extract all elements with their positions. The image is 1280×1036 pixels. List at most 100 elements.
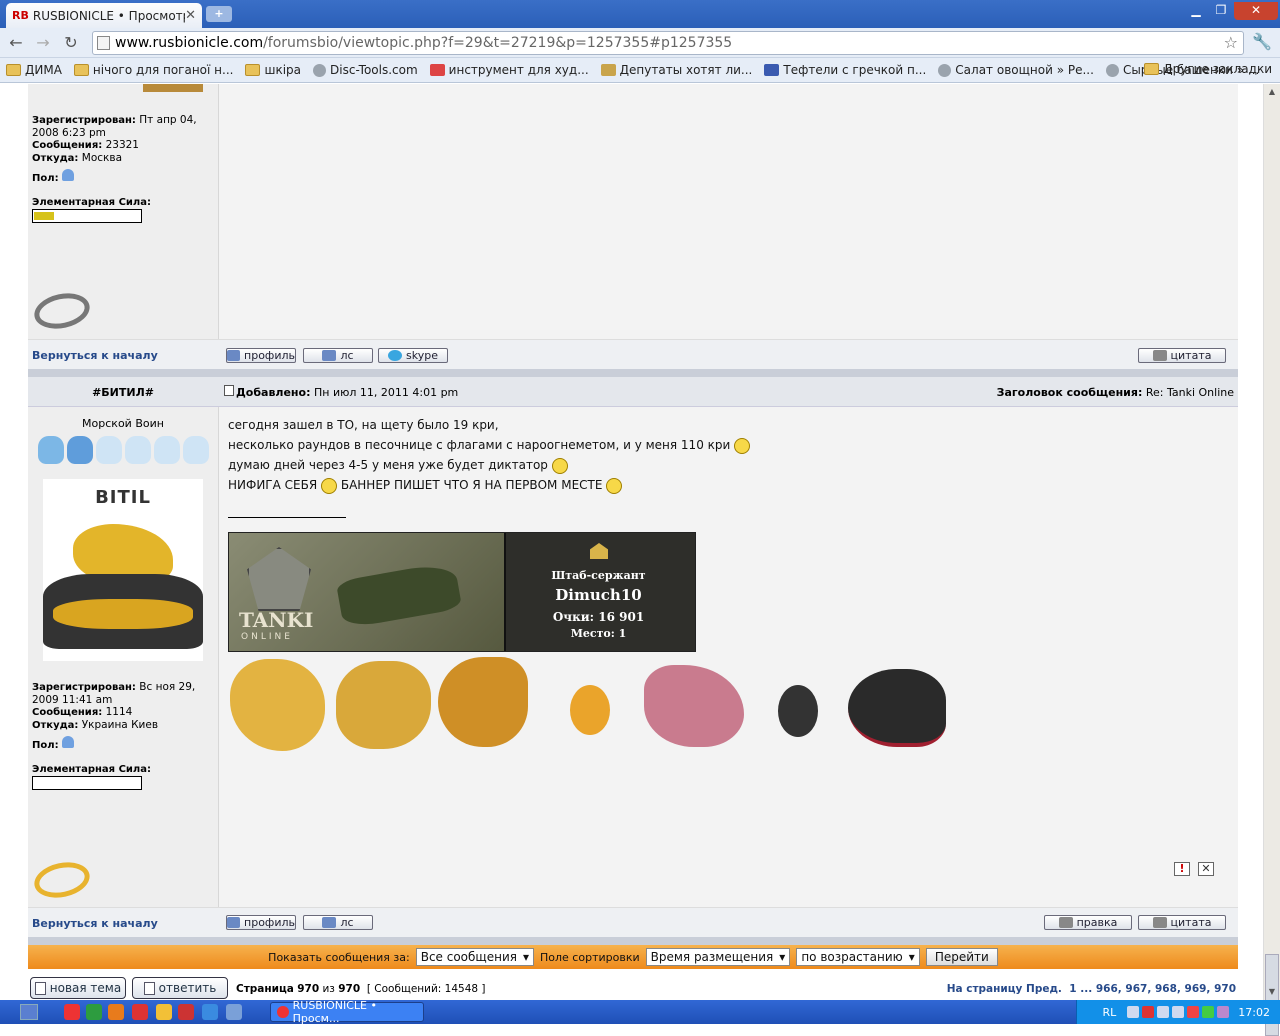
quote-icon (1152, 917, 1167, 928)
reply-button[interactable]: ответить (132, 977, 228, 999)
forward-icon[interactable]: → (32, 32, 54, 54)
app-icon[interactable] (178, 1004, 194, 1020)
close-window-icon[interactable]: ✕ (1234, 2, 1278, 20)
post-line: думаю дней через 4-5 у меня уже будет ди… (228, 455, 928, 475)
new-topic-button[interactable]: новая тема (30, 977, 126, 999)
language-indicator[interactable]: RL (1103, 1006, 1117, 1019)
quote-button[interactable]: цитата (1138, 348, 1226, 363)
go-button[interactable]: Перейти (925, 948, 998, 966)
from-value: Москва (81, 152, 123, 164)
new-tab-button[interactable]: + (206, 6, 232, 22)
profile-button[interactable]: профиль (226, 348, 296, 363)
page-icon (600, 64, 616, 76)
start-icon[interactable] (20, 1004, 38, 1020)
show-period-select[interactable]: Все сообщения ▾ (415, 948, 535, 966)
back-icon[interactable]: ← (5, 32, 27, 54)
profile-label: профиль (244, 349, 295, 362)
reload-icon[interactable]: ↻ (60, 32, 82, 54)
bookmark-label: Тефтели с гречкой п... (783, 63, 927, 77)
tray-icon[interactable] (1172, 1006, 1185, 1018)
page-icon (97, 36, 110, 50)
prev-page-link[interactable]: Пред. (1026, 983, 1062, 995)
bookmark-item[interactable]: Депутаты хотят ли... (600, 63, 752, 77)
post-icon[interactable] (224, 385, 234, 396)
close-tab-icon[interactable]: ✕ (185, 8, 196, 23)
wrench-icon[interactable]: 🔧 (1252, 32, 1272, 51)
pm-label: лс (340, 349, 354, 362)
pm-button[interactable]: лс (303, 348, 373, 363)
sort-order-select[interactable]: по возрастанию ▾ (796, 948, 920, 966)
chrome-icon[interactable] (64, 1004, 80, 1020)
tab-title: RUSBIONICLE • Просмотр те (32, 8, 186, 23)
page-of: из (322, 983, 335, 995)
ie-icon[interactable] (202, 1004, 218, 1020)
pm-button[interactable]: лс (303, 915, 373, 930)
volume-icon[interactable] (1157, 1006, 1170, 1018)
edit-button[interactable]: правка (1044, 915, 1132, 930)
address-bar[interactable]: www.rusbionicle.com/forumsbio/viewtopic.… (92, 31, 1244, 55)
bookmark-item[interactable]: нічого для поганої н... (73, 63, 233, 77)
edit-icon (1058, 917, 1073, 928)
report-icon[interactable]: ! (1174, 862, 1190, 876)
profile-button[interactable]: профиль (226, 915, 296, 930)
antivirus-icon[interactable] (1187, 1006, 1200, 1018)
bookmark-item[interactable]: Disc-Tools.com (313, 63, 418, 77)
taskbar-task-label: RUSBIONICLE • Просм... (292, 999, 377, 1025)
pdf-icon[interactable] (1142, 1006, 1155, 1018)
page-links[interactable]: 1 ... 966, 967, 968, 969, 970 (1069, 983, 1236, 995)
globe-icon (313, 63, 327, 77)
page-icon (764, 64, 780, 76)
bookmark-item[interactable]: шкіра (245, 63, 301, 77)
profile-icon (227, 917, 241, 928)
shocked-smile-icon (606, 477, 623, 494)
forum-page: Зарегистрирован: Пт апр 04, 2008 6:23 pm… (0, 84, 1263, 1000)
globe-icon (938, 63, 952, 77)
show-period-value: Все сообщения (420, 950, 517, 964)
tray-icon[interactable] (1202, 1006, 1215, 1018)
post2-profile-column: Морской Воин BITIL Зарегистрирован: Вс н… (28, 407, 219, 907)
post1-profile-column: Зарегистрирован: Пт апр 04, 2008 6:23 pm… (28, 84, 219, 339)
mask-icon (183, 436, 209, 464)
firefox-icon[interactable] (108, 1004, 124, 1020)
maximize-icon[interactable]: ❐ (1208, 2, 1234, 20)
bookmark-item[interactable]: ДИМА (6, 63, 62, 77)
post1-actions: Вернуться к началу профиль лс skype цита… (28, 339, 1238, 369)
quote-button[interactable]: цитата (1138, 915, 1226, 930)
bottom-nav: новая тема ответить Страница 970 из 970 … (28, 975, 1238, 1000)
back-to-top-link[interactable]: Вернуться к началу (32, 349, 158, 362)
post2-actions: Вернуться к началу профиль лс правка цит… (28, 907, 1238, 937)
new-topic-label: новая тема (49, 981, 122, 995)
app-icon[interactable] (86, 1004, 102, 1020)
pink-dragon-icon (644, 665, 744, 747)
bookmark-item[interactable]: Салат овощной » Ре... (938, 63, 1094, 77)
delete-icon[interactable]: ✕ (1198, 862, 1214, 876)
bookmark-star-icon[interactable]: ☆ (1224, 32, 1238, 54)
scroll-down-icon[interactable]: ▼ (1264, 984, 1280, 1000)
network-icon[interactable] (1127, 1006, 1140, 1018)
back-to-top-link[interactable]: Вернуться к началу (32, 917, 158, 930)
male-icon (61, 169, 74, 181)
post-separator (28, 369, 1238, 377)
sort-field-select[interactable]: Время размещения ▾ (645, 948, 791, 966)
tanki-banner[interactable]: TANKI ONLINE Штаб-сержант Dimuch10 Очки:… (228, 532, 696, 652)
other-bookmarks[interactable]: Другие закладки (1144, 62, 1272, 76)
app-icon[interactable] (226, 1004, 242, 1020)
bookmark-item[interactable]: инструмент для худ... (429, 63, 589, 77)
skype-button[interactable]: skype (378, 348, 448, 363)
minimize-icon[interactable]: ▁ (1183, 2, 1209, 20)
from-label: Откуда: (32, 720, 79, 731)
skype-icon (388, 350, 403, 361)
vertical-scrollbar[interactable]: ▲ ▼ (1263, 84, 1280, 1036)
banner-points: Очки: 16 901 (552, 610, 645, 624)
app-icon[interactable] (156, 1004, 172, 1020)
messages-label: Сообщения: (32, 707, 103, 718)
quote-label: цитата (1170, 349, 1212, 362)
opera-icon[interactable] (132, 1004, 148, 1020)
post-author[interactable]: #БИТИЛ# (28, 386, 218, 399)
tray-icon[interactable] (1217, 1006, 1230, 1018)
browser-tab[interactable]: RB RUSBIONICLE • Просмотр те ✕ (6, 3, 202, 28)
bookmark-item[interactable]: Тефтели с гречкой п... (764, 63, 926, 77)
taskbar-chrome-window[interactable]: RUSBIONICLE • Просм... (270, 999, 424, 1025)
reply-label: ответить (158, 981, 217, 995)
scroll-up-icon[interactable]: ▲ (1264, 84, 1280, 100)
